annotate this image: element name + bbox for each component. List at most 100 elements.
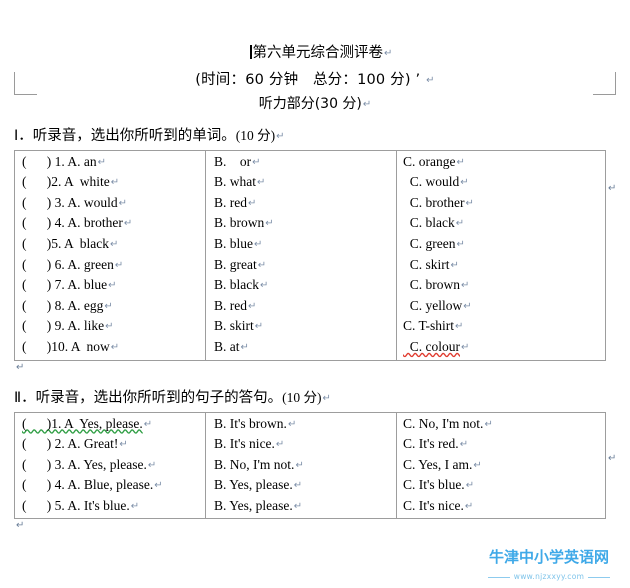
choice-c-2-1[interactable]: C. No, I'm not.↵ <box>397 414 605 435</box>
paragraph-mark: ↵ <box>248 300 257 312</box>
watermark-site-url: www.njzxxyy.com <box>487 572 611 581</box>
choice-a-1-10[interactable]: ( )10. A now↵ <box>15 337 205 358</box>
paragraph-mark-after-table-2: ↵ <box>16 520 25 532</box>
choice-text: C. would <box>403 174 460 190</box>
choice-c-2-3[interactable]: C. Yes, I am.↵ <box>397 455 605 476</box>
section-points-2: (10 分) <box>282 389 322 405</box>
choice-text: B. blue <box>214 235 253 251</box>
choice-b-1-10[interactable]: B. at↵ <box>206 337 396 358</box>
choice-text: ( ) 8. A. egg <box>22 297 104 313</box>
paragraph-mark: ↵ <box>384 48 393 59</box>
table-cell-choices-a-2: ( )1. A Yes, please.↵ ( ) 2. A. Great!↵ … <box>14 411 206 520</box>
paragraph-mark: ↵ <box>459 439 469 451</box>
choice-c-2-5[interactable]: C. It's nice.↵ <box>397 496 605 517</box>
choice-b-1-8[interactable]: B. red↵ <box>206 296 396 317</box>
choice-a-1-8[interactable]: ( ) 8. A. egg↵ <box>15 296 205 317</box>
paragraph-mark: ↵ <box>362 98 372 110</box>
choice-c-1-9[interactable]: C. T-shirt↵ <box>397 316 605 337</box>
document-subtitle-text: (时间：60 分钟 总分：100 分) <box>195 71 411 88</box>
section-title-2: 听录音，选出你所听到的句子的答句。 <box>35 389 283 406</box>
table-cell-choices-c-2: C. No, I'm not.↵ C. It's red.↵ C. Yes, I… <box>396 411 606 520</box>
watermark-site-name: 牛津中小学英语网 <box>488 548 609 566</box>
choice-b-2-4[interactable]: B. Yes, please.↵ <box>206 475 396 496</box>
choice-text: ( ) 3. A. Yes, please. <box>22 456 147 472</box>
paragraph-mark: ↵ <box>252 156 261 168</box>
paragraph-mark: ↵ <box>455 218 465 230</box>
choice-b-1-2[interactable]: B. what↵ <box>206 172 396 193</box>
choice-c-2-4[interactable]: C. It's blue.↵ <box>397 475 605 496</box>
choice-a-2-4[interactable]: ( ) 4. A. Blue, please.↵ <box>15 475 205 496</box>
choice-b-1-6[interactable]: B. great↵ <box>206 255 396 276</box>
choice-a-1-7[interactable]: ( ) 7. A. blue↵ <box>15 275 205 296</box>
choice-c-1-10[interactable]: C. colour↵ <box>397 337 605 358</box>
choice-text: B. what <box>214 174 256 190</box>
choice-c-1-1[interactable]: C. orange↵ <box>397 152 605 173</box>
choice-text: ( ) 7. A. blue <box>22 277 108 293</box>
paragraph-mark: ↵ <box>260 280 269 292</box>
document-title-text: 第六单元综合测评卷 <box>252 45 384 61</box>
choice-text: B. red <box>214 297 247 313</box>
choice-text: ( ) 3. A. would <box>22 194 118 210</box>
choice-text: C. green <box>403 235 456 251</box>
paragraph-mark: ↵ <box>456 238 465 250</box>
paragraph-mark: ↵ <box>130 500 140 512</box>
paragraph-mark: ↵ <box>110 238 119 250</box>
choice-text: B. brown <box>214 215 265 231</box>
choice-c-1-8[interactable]: C. yellow↵ <box>397 296 605 317</box>
choice-a-1-1[interactable]: ( ) 1. A. an↵ <box>15 152 205 173</box>
choice-text: ( ) 9. A. like <box>22 318 105 334</box>
choice-b-2-1[interactable]: B. It's brown.↵ <box>206 414 396 435</box>
choice-c-1-7[interactable]: C. brown↵ <box>397 275 605 296</box>
choice-c-1-5[interactable]: C. green↵ <box>397 234 605 255</box>
choice-c-2-2[interactable]: C. It's red.↵ <box>397 434 605 455</box>
paragraph-mark: ↵ <box>463 300 472 312</box>
paragraph-mark: ↵ <box>484 418 493 430</box>
choice-a-2-3[interactable]: ( ) 3. A. Yes, please.↵ <box>15 455 205 476</box>
choice-b-2-2[interactable]: B. It's nice.↵ <box>206 434 396 455</box>
choice-text: ( ) 6. A. green <box>22 256 114 272</box>
choice-b-1-3[interactable]: B. red↵ <box>206 193 396 214</box>
choice-text-misspelled: C. colour <box>403 338 460 354</box>
choice-a-2-2[interactable]: ( ) 2. A. Great!↵ <box>15 434 205 455</box>
choice-b-1-5[interactable]: B. blue↵ <box>206 234 396 255</box>
choice-text: C. orange <box>403 153 456 169</box>
choice-c-1-3[interactable]: C. brother↵ <box>397 193 605 214</box>
paragraph-mark: ↵ <box>104 300 113 312</box>
choice-text: C. skirt <box>403 256 450 272</box>
choice-a-1-6[interactable]: ( ) 6. A. green↵ <box>15 255 205 276</box>
choice-a-2-1[interactable]: ( )1. A Yes, please.↵ <box>15 414 205 435</box>
choice-a-1-2[interactable]: ( )2. A white↵ <box>15 172 205 193</box>
paragraph-mark: ↵ <box>275 439 285 451</box>
choice-text: C. No, I'm not. <box>403 415 484 431</box>
choice-text: C. black <box>403 215 455 231</box>
choice-c-1-4[interactable]: C. black↵ <box>397 213 605 234</box>
section-number-1: Ⅰ． <box>14 127 33 144</box>
document-subtitle-trailing: ’ <box>415 71 421 88</box>
listening-part-heading: 听力部分(30 分)↵ <box>0 93 630 113</box>
paragraph-mark: ↵ <box>123 218 133 230</box>
choice-b-1-9[interactable]: B. skirt↵ <box>206 316 396 337</box>
choice-text: C. T-shirt <box>403 318 455 334</box>
paragraph-mark: ↵ <box>455 321 464 333</box>
choice-a-1-3[interactable]: ( ) 3. A. would↵ <box>15 193 205 214</box>
choice-a-1-4[interactable]: ( ) 4. A. brother↵ <box>15 213 205 234</box>
choice-c-1-6[interactable]: C. skirt↵ <box>397 255 605 276</box>
paragraph-mark: ↵ <box>257 177 266 189</box>
choice-b-2-5[interactable]: B. Yes, please.↵ <box>206 496 396 517</box>
choice-a-1-5[interactable]: ( )5. A black↵ <box>15 234 205 255</box>
choice-c-1-2[interactable]: C. would↵ <box>397 172 605 193</box>
choice-b-2-3[interactable]: B. No, I'm not.↵ <box>206 455 396 476</box>
paragraph-mark: ↵ <box>147 459 157 471</box>
choice-text: C. It's nice. <box>403 497 464 513</box>
choice-a-1-9[interactable]: ( ) 9. A. like↵ <box>15 316 205 337</box>
choice-b-1-4[interactable]: B. brown↵ <box>206 213 396 234</box>
choice-b-1-1[interactable]: B. or↵ <box>206 152 396 173</box>
choice-a-2-5[interactable]: ( ) 5. A. It's blue.↵ <box>15 496 205 517</box>
paragraph-mark: ↵ <box>460 177 469 189</box>
choice-b-1-7[interactable]: B. black↵ <box>206 275 396 296</box>
choice-text: C. brown <box>403 277 460 293</box>
paragraph-mark: ↵ <box>105 321 114 333</box>
paragraph-mark: ↵ <box>254 238 263 250</box>
paragraph-mark: ↵ <box>119 439 128 451</box>
choice-text: C. Yes, I am. <box>403 456 473 472</box>
